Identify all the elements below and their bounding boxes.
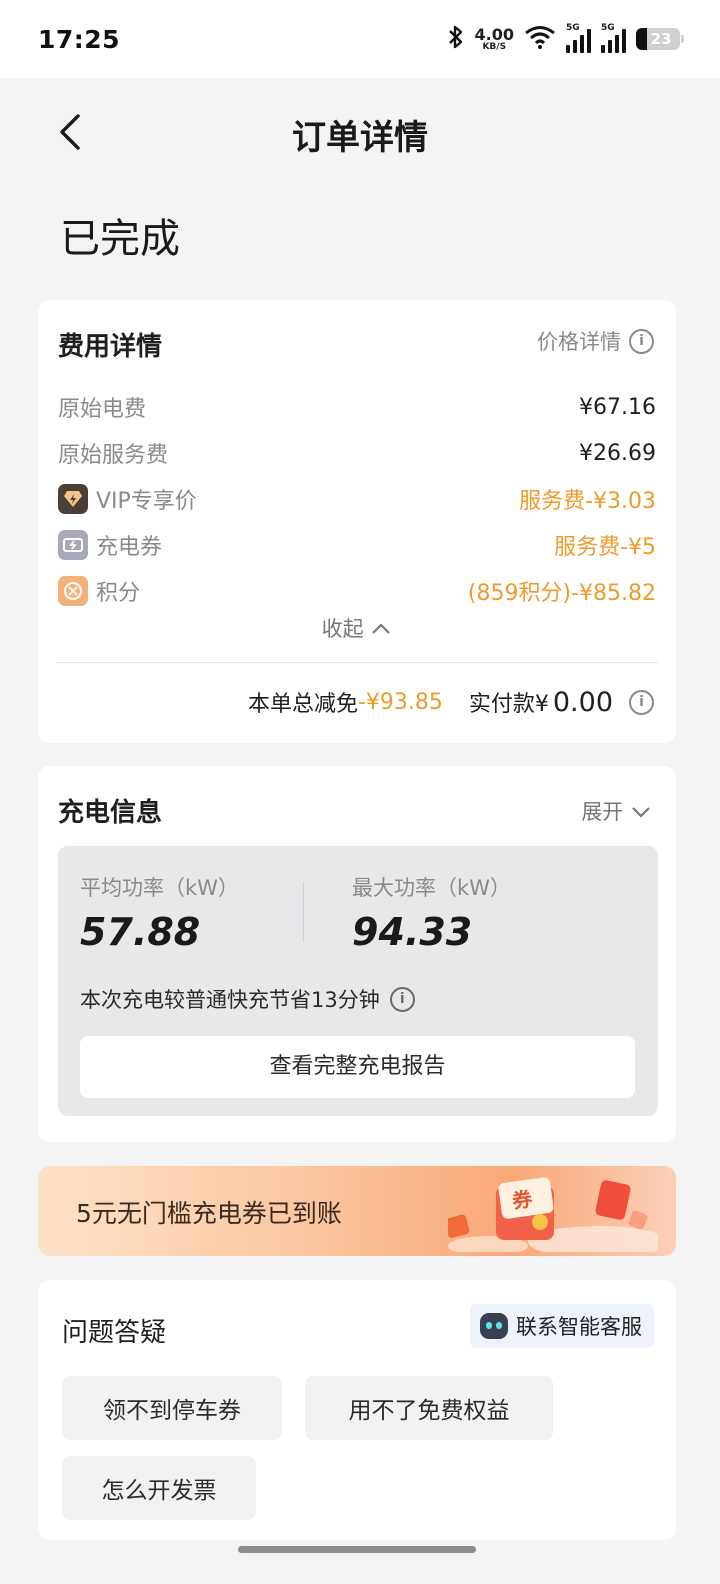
- cell-signal-icon: 5G: [566, 23, 591, 53]
- chevron-up-icon: [372, 623, 391, 634]
- divider: [303, 882, 304, 942]
- faq-card: 问题答疑 联系智能客服 领不到停车券 用不了免费权益 怎么开发票: [38, 1280, 676, 1540]
- status-bar: 17:25 4.00 KB/S 5G 5G 23: [0, 0, 720, 78]
- expand-button[interactable]: 展开: [581, 796, 652, 826]
- charging-info-card: 充电信息 展开 平均功率（kW） 57.88 最大功率（kW） 94.33 本次…: [38, 766, 676, 1142]
- info-icon[interactable]: i: [389, 986, 415, 1012]
- chevron-down-icon: [632, 807, 650, 818]
- coupon-illustration: 券: [444, 1172, 668, 1256]
- max-power: 最大功率（kW） 94.33: [352, 876, 511, 954]
- page-title: 订单详情: [292, 118, 428, 158]
- fee-row-vip: VIP专享价 服务费-¥3.03: [58, 482, 656, 516]
- collapse-button[interactable]: 收起: [38, 613, 676, 643]
- order-status: 已完成: [60, 216, 180, 262]
- price-detail-link[interactable]: 价格详情 i: [537, 326, 654, 356]
- faq-chip[interactable]: 用不了免费权益: [305, 1376, 553, 1440]
- total-row: 本单总减免 -¥93.85 实付款¥ 0.00 i: [248, 686, 654, 718]
- fee-row: 原始电费 ¥67.16: [58, 394, 656, 423]
- coupon-icon: [58, 530, 88, 560]
- bluetooth-icon: [447, 24, 465, 54]
- fee-details-card: 费用详情 价格详情 i 原始电费 ¥67.16 原始服务费 ¥26.69 VIP…: [38, 300, 676, 743]
- network-speed: 4.00 KB/S: [474, 24, 514, 52]
- paid-amount: 0.00: [552, 686, 613, 718]
- points-icon: [58, 576, 88, 606]
- fee-row-coupon: 充电券 服务费-¥5: [58, 528, 656, 562]
- faq-chip[interactable]: 领不到停车券: [62, 1376, 282, 1440]
- total-discount-value: -¥93.85: [357, 689, 443, 715]
- banner-text: 5元无门槛充电券已到账: [76, 1199, 342, 1228]
- faq-chip[interactable]: 怎么开发票: [62, 1456, 256, 1520]
- coupon-glyph: 券: [510, 1186, 534, 1214]
- info-icon: i: [629, 328, 654, 354]
- robot-icon: [480, 1313, 508, 1339]
- home-indicator[interactable]: [238, 1546, 476, 1553]
- divider: [56, 662, 658, 663]
- battery-icon: 23: [636, 28, 684, 50]
- avg-power: 平均功率（kW） 57.88: [80, 876, 239, 954]
- saving-text: 本次充电较普通快充节省13分钟 i: [80, 984, 415, 1014]
- view-report-button[interactable]: 查看完整充电报告: [80, 1036, 635, 1098]
- info-icon[interactable]: i: [629, 689, 654, 715]
- status-time: 17:25: [38, 24, 121, 54]
- contact-service-button[interactable]: 联系智能客服: [470, 1304, 654, 1348]
- status-icons: 4.00 KB/S 5G 5G 23: [447, 23, 684, 54]
- charging-stats-panel: 平均功率（kW） 57.88 最大功率（kW） 94.33 本次充电较普通快充节…: [58, 846, 658, 1116]
- coupon-banner[interactable]: 5元无门槛充电券已到账 券: [38, 1166, 676, 1256]
- fee-row: 原始服务费 ¥26.69: [58, 440, 656, 469]
- faq-title: 问题答疑: [62, 1318, 167, 1348]
- vip-icon: [58, 484, 88, 514]
- wifi-icon: [524, 25, 556, 53]
- charging-info-title: 充电信息: [58, 798, 163, 828]
- fee-details-title: 费用详情: [58, 332, 163, 362]
- fee-row-points: 积分 (859积分)-¥85.82: [58, 574, 656, 608]
- cell-signal-icon: 5G: [601, 23, 626, 53]
